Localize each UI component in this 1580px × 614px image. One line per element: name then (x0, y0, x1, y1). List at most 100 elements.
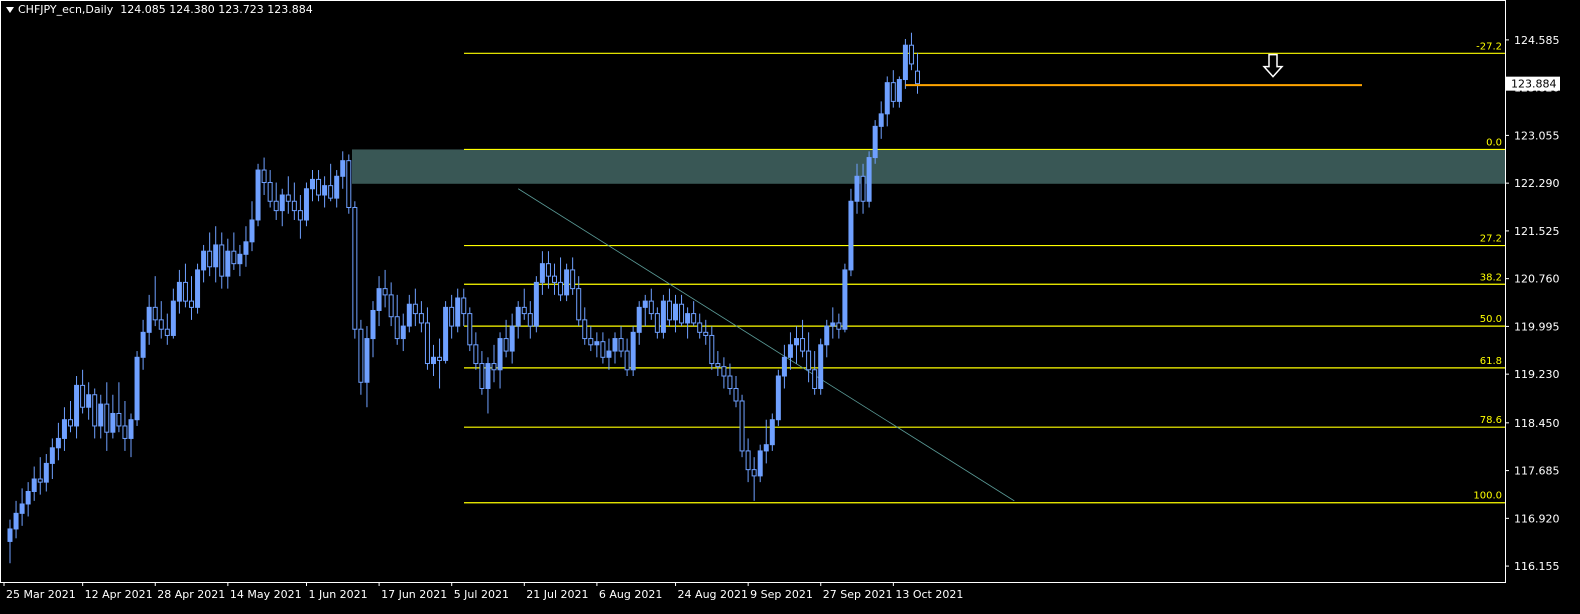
candle-body (340, 160, 346, 177)
candle-body (570, 269, 576, 290)
candle-body (830, 322, 836, 327)
y-tick-label: 122.290 (1514, 177, 1560, 190)
price-chart[interactable]: CHFJPY_ecn,Daily 124.085 124.380 123.723… (0, 0, 1580, 610)
candle-body (527, 313, 533, 327)
chart-header: CHFJPY_ecn,Daily 124.085 124.380 123.723… (6, 3, 313, 17)
candle-body (624, 350, 630, 371)
candle-body (636, 306, 642, 333)
candle-body (7, 528, 13, 542)
candle-body (769, 419, 775, 446)
candle-body (213, 244, 219, 268)
candle-body (98, 403, 104, 427)
candle-body (812, 369, 818, 390)
candle-body (497, 338, 503, 371)
candle-body (703, 331, 709, 336)
candle-body (582, 319, 588, 340)
x-tick-label: 28 Apr 2021 (157, 588, 225, 601)
x-tick-label: 13 Oct 2021 (895, 588, 963, 601)
candle-body (467, 313, 473, 346)
candle-body (884, 82, 890, 115)
y-tick-label: 120.760 (1514, 273, 1560, 286)
candle-body (606, 350, 612, 358)
candle-body (104, 403, 110, 433)
candle-body (775, 375, 781, 421)
dropdown-triangle-icon[interactable] (6, 7, 14, 13)
x-tick-label: 25 Mar 2021 (6, 588, 76, 601)
candle-body (19, 503, 25, 514)
candle-body (207, 250, 213, 268)
candle-body (751, 469, 757, 477)
candle-body (334, 175, 340, 199)
candle-body (666, 300, 672, 321)
candle-body (116, 412, 122, 427)
candle-body (92, 394, 98, 427)
candle-body (558, 281, 564, 296)
candle-body (170, 300, 176, 336)
candle-body (878, 113, 884, 127)
candle-body (818, 344, 824, 390)
candle-body (848, 200, 854, 271)
candle-body (673, 303, 678, 321)
candle-body (715, 363, 721, 368)
candle-body (110, 412, 116, 433)
candle-body (854, 175, 860, 202)
candle-body (437, 356, 443, 361)
y-tick-label: 121.525 (1514, 225, 1560, 238)
candle-body (37, 478, 43, 483)
candle-body (618, 338, 624, 352)
candle-body (394, 316, 400, 340)
candle-body (31, 478, 37, 492)
candle-body (406, 303, 412, 327)
x-tick-label: 21 Jul 2021 (526, 588, 588, 601)
plot-frame (0, 0, 1506, 583)
candle-body (824, 325, 830, 346)
candle-body (316, 178, 322, 196)
candle-body (545, 263, 551, 277)
candle-body (485, 363, 491, 390)
candle-body (388, 294, 394, 318)
candle-body (13, 512, 19, 530)
candle-body (195, 269, 201, 308)
x-tick-label: 24 Aug 2021 (678, 588, 748, 601)
candle-body (727, 375, 733, 390)
candle-body (455, 297, 461, 327)
y-tick-label: 123.055 (1514, 129, 1560, 142)
fib-level-label: -27.2 (1476, 41, 1502, 52)
fib-level-label: 78.6 (1480, 415, 1502, 426)
candle-body (328, 185, 334, 199)
candle-body (890, 82, 896, 102)
x-tick-label: 27 Sep 2021 (823, 588, 893, 601)
candle-body (219, 244, 225, 277)
candle-body (709, 334, 715, 365)
symbol-label: CHFJPY_ecn,Daily (18, 3, 114, 16)
candle-body (600, 341, 606, 358)
x-tick-label: 12 Apr 2021 (85, 588, 153, 601)
candle-body (74, 384, 80, 427)
candle-body (322, 185, 328, 196)
candle-body (134, 356, 140, 421)
candle-body (648, 300, 654, 315)
candle-body (721, 366, 727, 377)
candle-body (261, 169, 267, 184)
candle-body (201, 250, 207, 271)
candle-body (128, 419, 134, 439)
candle-body (243, 241, 249, 255)
x-tick-label: 1 Jun 2021 (309, 588, 368, 601)
candle-body (800, 338, 806, 352)
candle-body (400, 325, 406, 340)
candle-body (836, 322, 842, 330)
candle-body (654, 313, 660, 333)
candle-body (443, 306, 449, 361)
candle-body (697, 322, 703, 333)
candle-body (352, 206, 358, 330)
candle-body (872, 125, 878, 159)
candle-body (189, 300, 194, 308)
candle-body (503, 338, 509, 352)
candle-body (787, 344, 793, 358)
candle-body (781, 356, 787, 377)
y-tick-label: 116.920 (1514, 512, 1560, 525)
candle-body (146, 306, 152, 333)
fib-level-label: 61.8 (1480, 356, 1502, 367)
candle-body (310, 178, 315, 190)
candle-body (902, 44, 908, 81)
